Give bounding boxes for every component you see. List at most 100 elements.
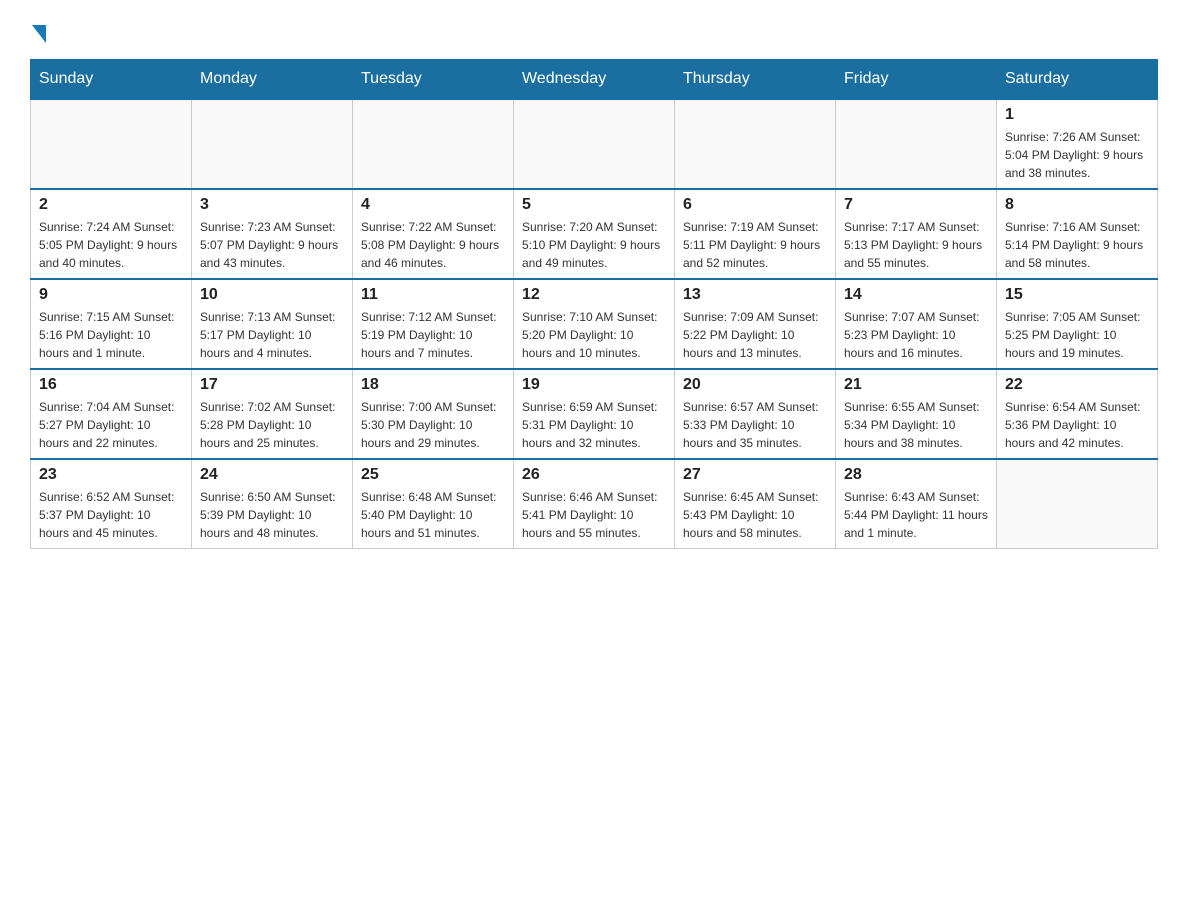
calendar-cell: 1 Sunrise: 7:26 AM Sunset: 5:04 PM Daylig… <box>997 99 1158 189</box>
day-number: 23 <box>39 466 183 484</box>
calendar-header-row: SundayMondayTuesdayWednesdayThursdayFrid… <box>31 60 1158 100</box>
calendar-cell: 27 Sunrise: 6:45 AM Sunset: 5:43 PM Dayli… <box>675 459 836 549</box>
calendar-cell: 5 Sunrise: 7:20 AM Sunset: 5:10 PM Daylig… <box>514 189 675 279</box>
calendar-cell <box>675 99 836 189</box>
day-info: Sunrise: 6:52 AM Sunset: 5:37 PM Dayligh… <box>39 488 183 542</box>
day-info: Sunrise: 6:46 AM Sunset: 5:41 PM Dayligh… <box>522 488 666 542</box>
day-info: Sunrise: 7:04 AM Sunset: 5:27 PM Dayligh… <box>39 398 183 452</box>
day-info: Sunrise: 7:26 AM Sunset: 5:04 PM Dayligh… <box>1005 128 1149 182</box>
day-number: 8 <box>1005 196 1149 214</box>
calendar-cell: 16 Sunrise: 7:04 AM Sunset: 5:27 PM Dayli… <box>31 369 192 459</box>
day-header-monday: Monday <box>192 60 353 100</box>
calendar-cell <box>192 99 353 189</box>
calendar-cell: 23 Sunrise: 6:52 AM Sunset: 5:37 PM Dayli… <box>31 459 192 549</box>
day-number: 25 <box>361 466 505 484</box>
day-number: 14 <box>844 286 988 304</box>
day-info: Sunrise: 6:54 AM Sunset: 5:36 PM Dayligh… <box>1005 398 1149 452</box>
calendar-cell: 19 Sunrise: 6:59 AM Sunset: 5:31 PM Dayli… <box>514 369 675 459</box>
calendar-cell <box>997 459 1158 549</box>
day-info: Sunrise: 6:50 AM Sunset: 5:39 PM Dayligh… <box>200 488 344 542</box>
calendar-cell: 14 Sunrise: 7:07 AM Sunset: 5:23 PM Dayli… <box>836 279 997 369</box>
day-info: Sunrise: 7:24 AM Sunset: 5:05 PM Dayligh… <box>39 218 183 272</box>
day-header-friday: Friday <box>836 60 997 100</box>
day-info: Sunrise: 7:22 AM Sunset: 5:08 PM Dayligh… <box>361 218 505 272</box>
calendar-cell: 17 Sunrise: 7:02 AM Sunset: 5:28 PM Dayli… <box>192 369 353 459</box>
week-row-3: 9 Sunrise: 7:15 AM Sunset: 5:16 PM Daylig… <box>31 279 1158 369</box>
day-number: 5 <box>522 196 666 214</box>
day-number: 24 <box>200 466 344 484</box>
calendar-cell: 24 Sunrise: 6:50 AM Sunset: 5:39 PM Dayli… <box>192 459 353 549</box>
day-number: 26 <box>522 466 666 484</box>
day-number: 6 <box>683 196 827 214</box>
day-number: 4 <box>361 196 505 214</box>
calendar-cell: 11 Sunrise: 7:12 AM Sunset: 5:19 PM Dayli… <box>353 279 514 369</box>
day-number: 10 <box>200 286 344 304</box>
day-number: 11 <box>361 286 505 304</box>
week-row-4: 16 Sunrise: 7:04 AM Sunset: 5:27 PM Dayli… <box>31 369 1158 459</box>
logo <box>30 20 46 39</box>
day-info: Sunrise: 6:48 AM Sunset: 5:40 PM Dayligh… <box>361 488 505 542</box>
day-info: Sunrise: 7:17 AM Sunset: 5:13 PM Dayligh… <box>844 218 988 272</box>
calendar-table: SundayMondayTuesdayWednesdayThursdayFrid… <box>30 59 1158 549</box>
day-header-saturday: Saturday <box>997 60 1158 100</box>
calendar-cell: 13 Sunrise: 7:09 AM Sunset: 5:22 PM Dayli… <box>675 279 836 369</box>
day-info: Sunrise: 7:10 AM Sunset: 5:20 PM Dayligh… <box>522 308 666 362</box>
day-info: Sunrise: 7:20 AM Sunset: 5:10 PM Dayligh… <box>522 218 666 272</box>
calendar-cell <box>31 99 192 189</box>
day-header-wednesday: Wednesday <box>514 60 675 100</box>
day-info: Sunrise: 6:55 AM Sunset: 5:34 PM Dayligh… <box>844 398 988 452</box>
day-info: Sunrise: 7:09 AM Sunset: 5:22 PM Dayligh… <box>683 308 827 362</box>
day-number: 12 <box>522 286 666 304</box>
day-number: 7 <box>844 196 988 214</box>
week-row-5: 23 Sunrise: 6:52 AM Sunset: 5:37 PM Dayli… <box>31 459 1158 549</box>
calendar-cell: 15Sunrise: 7:05 AM Sunset: 5:25 PM Dayli… <box>997 279 1158 369</box>
day-info: Sunrise: 7:07 AM Sunset: 5:23 PM Dayligh… <box>844 308 988 362</box>
day-number: 18 <box>361 376 505 394</box>
day-info: Sunrise: 7:16 AM Sunset: 5:14 PM Dayligh… <box>1005 218 1149 272</box>
day-info: Sunrise: 6:45 AM Sunset: 5:43 PM Dayligh… <box>683 488 827 542</box>
calendar-cell <box>836 99 997 189</box>
calendar-cell <box>514 99 675 189</box>
day-info: Sunrise: 7:00 AM Sunset: 5:30 PM Dayligh… <box>361 398 505 452</box>
day-number: 20 <box>683 376 827 394</box>
calendar-cell: 8 Sunrise: 7:16 AM Sunset: 5:14 PM Daylig… <box>997 189 1158 279</box>
day-info: Sunrise: 6:59 AM Sunset: 5:31 PM Dayligh… <box>522 398 666 452</box>
calendar-cell: 12 Sunrise: 7:10 AM Sunset: 5:20 PM Dayli… <box>514 279 675 369</box>
page-header <box>30 20 1158 39</box>
calendar-cell: 18 Sunrise: 7:00 AM Sunset: 5:30 PM Dayli… <box>353 369 514 459</box>
calendar-cell: 7 Sunrise: 7:17 AM Sunset: 5:13 PM Daylig… <box>836 189 997 279</box>
day-number: 16 <box>39 376 183 394</box>
day-number: 13 <box>683 286 827 304</box>
day-info: Sunrise: 7:02 AM Sunset: 5:28 PM Dayligh… <box>200 398 344 452</box>
calendar-cell: 3 Sunrise: 7:23 AM Sunset: 5:07 PM Daylig… <box>192 189 353 279</box>
calendar-cell <box>353 99 514 189</box>
day-number: 21 <box>844 376 988 394</box>
day-info: Sunrise: 7:12 AM Sunset: 5:19 PM Dayligh… <box>361 308 505 362</box>
week-row-2: 2 Sunrise: 7:24 AM Sunset: 5:05 PM Daylig… <box>31 189 1158 279</box>
day-info: Sunrise: 6:43 AM Sunset: 5:44 PM Dayligh… <box>844 488 988 542</box>
day-info: Sunrise: 7:15 AM Sunset: 5:16 PM Dayligh… <box>39 308 183 362</box>
day-number: 19 <box>522 376 666 394</box>
day-info: Sunrise: 7:23 AM Sunset: 5:07 PM Dayligh… <box>200 218 344 272</box>
day-number: 27 <box>683 466 827 484</box>
calendar-cell: 25 Sunrise: 6:48 AM Sunset: 5:40 PM Dayli… <box>353 459 514 549</box>
day-info: Sunrise: 6:57 AM Sunset: 5:33 PM Dayligh… <box>683 398 827 452</box>
day-number: 17 <box>200 376 344 394</box>
day-header-thursday: Thursday <box>675 60 836 100</box>
week-row-1: 1 Sunrise: 7:26 AM Sunset: 5:04 PM Daylig… <box>31 99 1158 189</box>
calendar-cell: 9 Sunrise: 7:15 AM Sunset: 5:16 PM Daylig… <box>31 279 192 369</box>
calendar-cell: 21 Sunrise: 6:55 AM Sunset: 5:34 PM Dayli… <box>836 369 997 459</box>
day-header-tuesday: Tuesday <box>353 60 514 100</box>
calendar-cell: 28Sunrise: 6:43 AM Sunset: 5:44 PM Dayli… <box>836 459 997 549</box>
calendar-cell: 22 Sunrise: 6:54 AM Sunset: 5:36 PM Dayli… <box>997 369 1158 459</box>
calendar-cell: 26 Sunrise: 6:46 AM Sunset: 5:41 PM Dayli… <box>514 459 675 549</box>
calendar-cell: 4 Sunrise: 7:22 AM Sunset: 5:08 PM Daylig… <box>353 189 514 279</box>
day-number: 22 <box>1005 376 1149 394</box>
day-number: 3 <box>200 196 344 214</box>
day-number: 1 <box>1005 106 1149 124</box>
day-number: 2 <box>39 196 183 214</box>
day-number: 9 <box>39 286 183 304</box>
day-number: 15 <box>1005 286 1149 304</box>
day-info: Sunrise: 7:19 AM Sunset: 5:11 PM Dayligh… <box>683 218 827 272</box>
calendar-cell: 6 Sunrise: 7:19 AM Sunset: 5:11 PM Daylig… <box>675 189 836 279</box>
